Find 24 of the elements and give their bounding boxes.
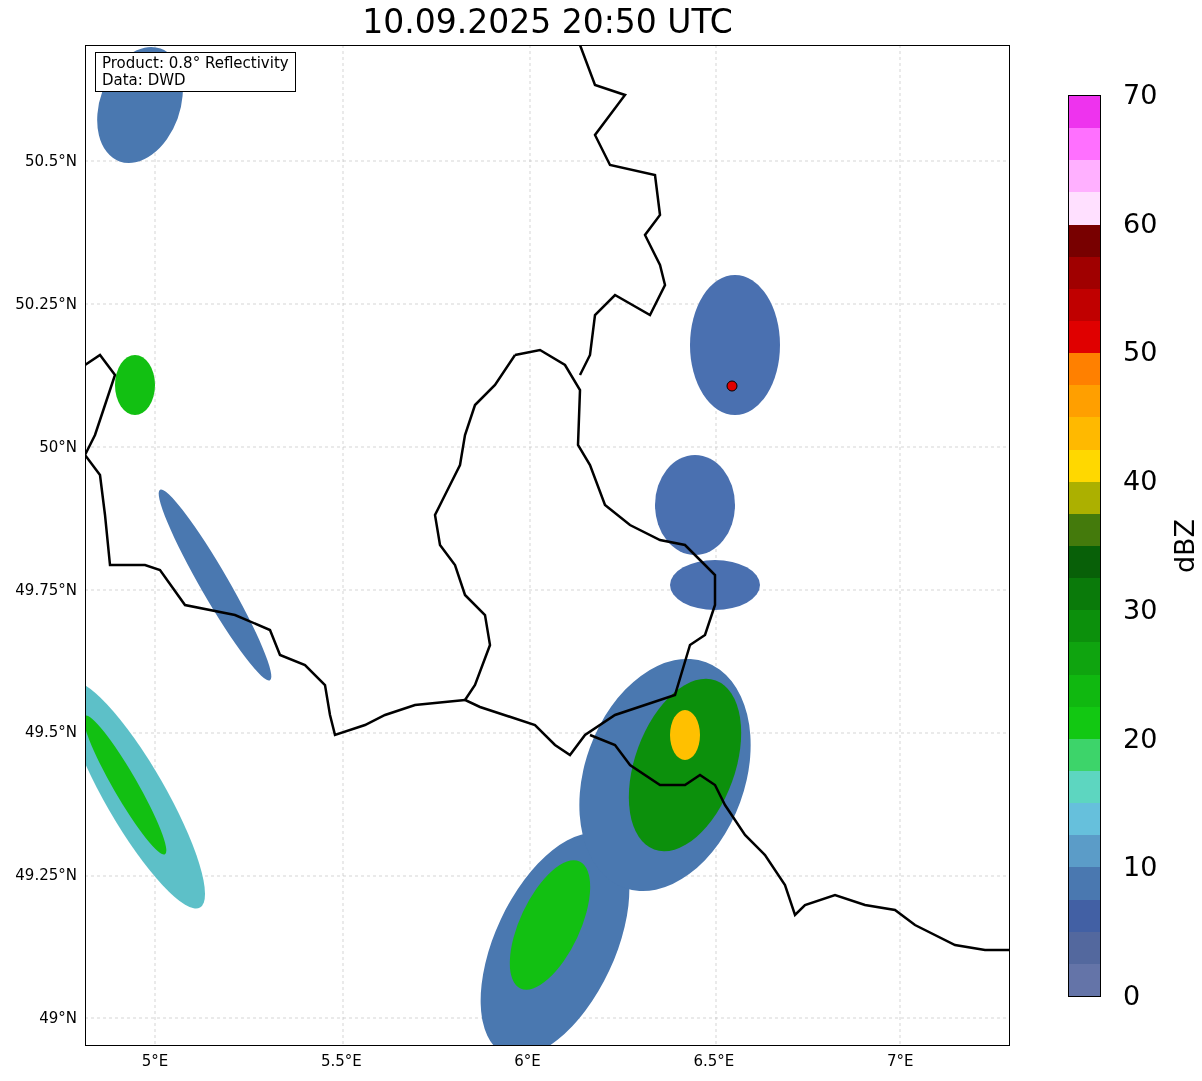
colorbar-label: dBZ (1169, 518, 1202, 574)
y-tick-label: 50°N (39, 437, 77, 456)
colorbar-tick-label: 50 (1123, 336, 1158, 369)
colorbar-tick-label: 20 (1123, 722, 1158, 755)
y-tick-label: 49.25°N (15, 866, 77, 885)
legend-text: Data: DWD (102, 72, 187, 89)
x-tick-label: 6°E (513, 1052, 542, 1070)
x-tick-label: 7°E (885, 1052, 915, 1070)
colorbar-tick-label: 30 (1123, 593, 1158, 626)
colorbar-tick-label: 10 (1123, 851, 1158, 884)
legend-text: Product: 0.8° Reflectivity (102, 55, 289, 72)
colorbar-tick-label: 70 (1123, 79, 1158, 111)
colorbar-tick-label: 0 (1123, 980, 1141, 1012)
y-tick-label: 49.75°N (15, 580, 77, 599)
chart-title: 10.09.2025 20:50 UTC (362, 1, 733, 43)
y-tick-label: 49°N (39, 1009, 77, 1027)
x-tick-label: 5°E (140, 1052, 170, 1070)
colorbar-tick-label: 40 (1123, 465, 1158, 498)
colorbar-tick-label: 60 (1123, 207, 1158, 240)
x-tick-label: 6.5°E (692, 1052, 736, 1070)
y-tick-label: 50.25°N (15, 294, 77, 313)
y-tick-label: 50.5°N (24, 152, 77, 170)
y-tick-label: 49.5°N (24, 723, 77, 742)
x-tick-label: 5.5°E (319, 1052, 363, 1070)
